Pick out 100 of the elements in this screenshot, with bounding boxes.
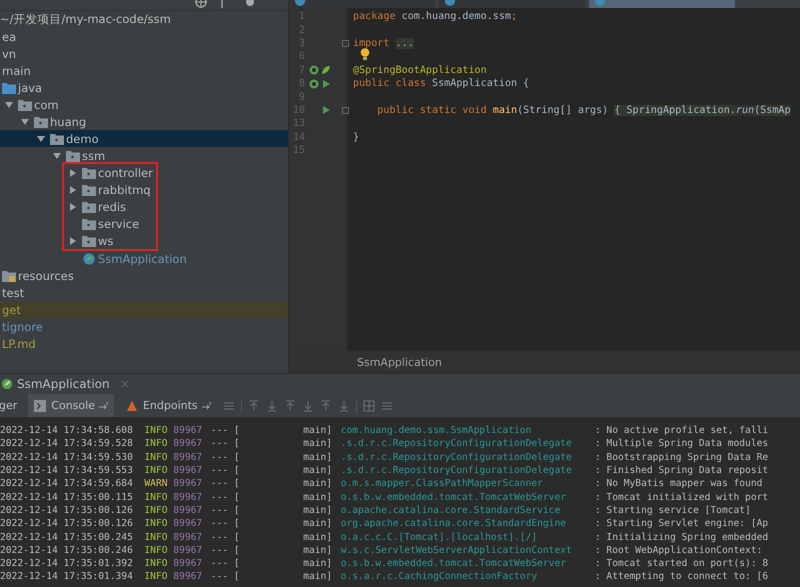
resource-folder-icon bbox=[2, 270, 16, 282]
tree-row[interactable]: service bbox=[64, 215, 156, 232]
spring-bean-icon[interactable] bbox=[309, 78, 319, 89]
tree-row[interactable]: demo bbox=[0, 130, 288, 147]
log-logger: w.s.c.ServletWebServerApplicationContext bbox=[340, 544, 573, 556]
expanded-arrow-icon[interactable] bbox=[20, 116, 30, 126]
tree-row[interactable]: ea bbox=[0, 28, 288, 45]
tree-row[interactable]: huang bbox=[0, 113, 288, 130]
log-timestamp: 2022-12-14 17:34:59.530 bbox=[0, 452, 134, 463]
log-logger: com.huang.demo.ssm.SsmApplication bbox=[340, 425, 532, 436]
tree-row[interactable]: resources bbox=[0, 267, 288, 284]
tree-row[interactable]: test bbox=[0, 284, 288, 301]
tree-row[interactable]: controller bbox=[64, 164, 156, 181]
package-folder-icon bbox=[82, 234, 96, 246]
tree-row[interactable]: redis bbox=[64, 198, 156, 215]
collapsed-arrow-icon[interactable] bbox=[68, 236, 78, 246]
lightbulb-icon[interactable] bbox=[360, 48, 370, 60]
log-level: INFO bbox=[144, 544, 168, 556]
toolbar-arrow-icon[interactable] bbox=[320, 400, 332, 412]
log-thread: [ main] bbox=[234, 518, 334, 530]
toolbar-arrow-icon[interactable] bbox=[284, 400, 296, 412]
log-level: INFO bbox=[144, 504, 168, 516]
tree-row[interactable]: tignore bbox=[0, 318, 288, 335]
toolbar-arrow-icon[interactable] bbox=[302, 400, 314, 412]
log-pid: 89967 bbox=[173, 571, 204, 582]
tree-row[interactable]: rabbitmq bbox=[64, 181, 156, 198]
log-pid: 89967 bbox=[173, 492, 204, 503]
leaf-icon[interactable] bbox=[321, 65, 331, 76]
tree-row[interactable]: vn bbox=[0, 45, 288, 62]
grid-icon[interactable] bbox=[362, 400, 375, 412]
tree-row[interactable]: LP.md bbox=[0, 335, 288, 352]
toolbar-arrow-icon[interactable] bbox=[338, 400, 350, 412]
log-separator: --- bbox=[210, 438, 230, 450]
pin-icon[interactable] bbox=[202, 402, 212, 410]
log-message: : Attempting to connect to: [6 bbox=[594, 571, 768, 582]
code-line: } bbox=[353, 132, 360, 143]
tree-item-label: redis bbox=[98, 200, 126, 214]
menu-icon[interactable] bbox=[222, 400, 235, 412]
tree-row[interactable]: main bbox=[0, 62, 288, 79]
log-pid: 89967 bbox=[173, 478, 204, 490]
tree-row[interactable]: SsmApplication bbox=[0, 250, 288, 267]
log-message: : Tomcat started on port(s): 8 bbox=[594, 558, 768, 570]
collapsed-arrow-icon[interactable] bbox=[68, 168, 78, 178]
tree-row[interactable]: ws bbox=[64, 232, 156, 249]
project-path: ~/开发项目/my-mac-code/ssm bbox=[0, 12, 171, 27]
log-logger: org.apache.catalina.core.StandardEngine bbox=[340, 518, 567, 530]
log-logger: .s.d.r.c.RepositoryConfigurationDelegate bbox=[340, 465, 573, 476]
log-separator: --- bbox=[210, 452, 230, 463]
tree-row[interactable]: ssm bbox=[0, 147, 288, 164]
tree-item-label: ea bbox=[2, 30, 16, 44]
tool-tab[interactable]: Endpoints bbox=[120, 394, 217, 417]
tree-item-label: resources bbox=[18, 268, 74, 282]
log-thread: [ main] bbox=[234, 425, 334, 436]
collapsed-arrow-icon[interactable] bbox=[68, 184, 78, 194]
tree-row[interactable]: get bbox=[0, 301, 288, 318]
run-icon[interactable] bbox=[321, 78, 331, 89]
tree-item-label: rabbitmq bbox=[98, 182, 151, 196]
log-timestamp: 2022-12-14 17:35:00.126 bbox=[0, 504, 134, 516]
tree-row[interactable]: java bbox=[0, 79, 288, 96]
editor-tab[interactable] bbox=[289, 0, 435, 8]
toolbar-arrow-icon[interactable] bbox=[266, 400, 278, 412]
collapsed-arrow-icon[interactable] bbox=[68, 202, 78, 212]
toolbar-arrow-icon[interactable] bbox=[248, 400, 260, 412]
fold-marker-icon[interactable] bbox=[342, 106, 349, 114]
code-line: import ... bbox=[353, 38, 414, 49]
tree-item-label: vn bbox=[2, 46, 16, 60]
log-separator: --- bbox=[210, 492, 230, 503]
run-icon[interactable] bbox=[321, 105, 331, 116]
log-pid: 89967 bbox=[173, 518, 204, 530]
tree-item-label: com bbox=[34, 98, 59, 112]
tool-tab[interactable]: Console bbox=[28, 394, 114, 417]
expanded-arrow-icon[interactable] bbox=[36, 134, 46, 144]
log-pid: 89967 bbox=[173, 544, 204, 556]
log-level: INFO bbox=[144, 492, 168, 503]
log-timestamp: 2022-12-14 17:34:59.528 bbox=[0, 438, 134, 450]
spring-bean-icon[interactable] bbox=[309, 65, 319, 76]
log-timestamp: 2022-12-14 17:35:00.126 bbox=[0, 518, 134, 530]
package-folder-icon bbox=[82, 218, 96, 230]
log-pid: 89967 bbox=[173, 465, 204, 476]
package-folder-icon bbox=[66, 150, 80, 162]
log-message: : No MyBatis mapper was found bbox=[594, 478, 762, 490]
log-thread: [ main] bbox=[234, 571, 334, 582]
list-icon[interactable] bbox=[380, 400, 393, 412]
editor-tab[interactable] bbox=[439, 0, 585, 8]
log-separator: --- bbox=[210, 425, 230, 436]
log-logger: o.s.a.r.c.CachingConnectionFactory bbox=[340, 571, 538, 582]
fold-marker-icon[interactable] bbox=[342, 40, 349, 47]
expanded-arrow-icon[interactable] bbox=[52, 150, 62, 160]
log-thread: [ main] bbox=[234, 452, 334, 463]
pin-icon[interactable] bbox=[98, 402, 109, 410]
package-folder-icon bbox=[34, 116, 48, 128]
tree-item-label: ssm bbox=[82, 148, 106, 162]
log-message: : Initializing Spring embedded bbox=[594, 532, 768, 543]
log-separator: --- bbox=[210, 558, 230, 570]
tree-row[interactable]: com bbox=[0, 96, 288, 113]
log-thread: [ main] bbox=[234, 492, 334, 503]
breadcrumb[interactable]: SsmApplication bbox=[357, 356, 442, 368]
log-timestamp: 2022-12-14 17:35:00.246 bbox=[0, 544, 134, 556]
expanded-arrow-icon[interactable] bbox=[4, 100, 14, 110]
log-message: : Bootstrapping Spring Data Re bbox=[594, 452, 768, 463]
